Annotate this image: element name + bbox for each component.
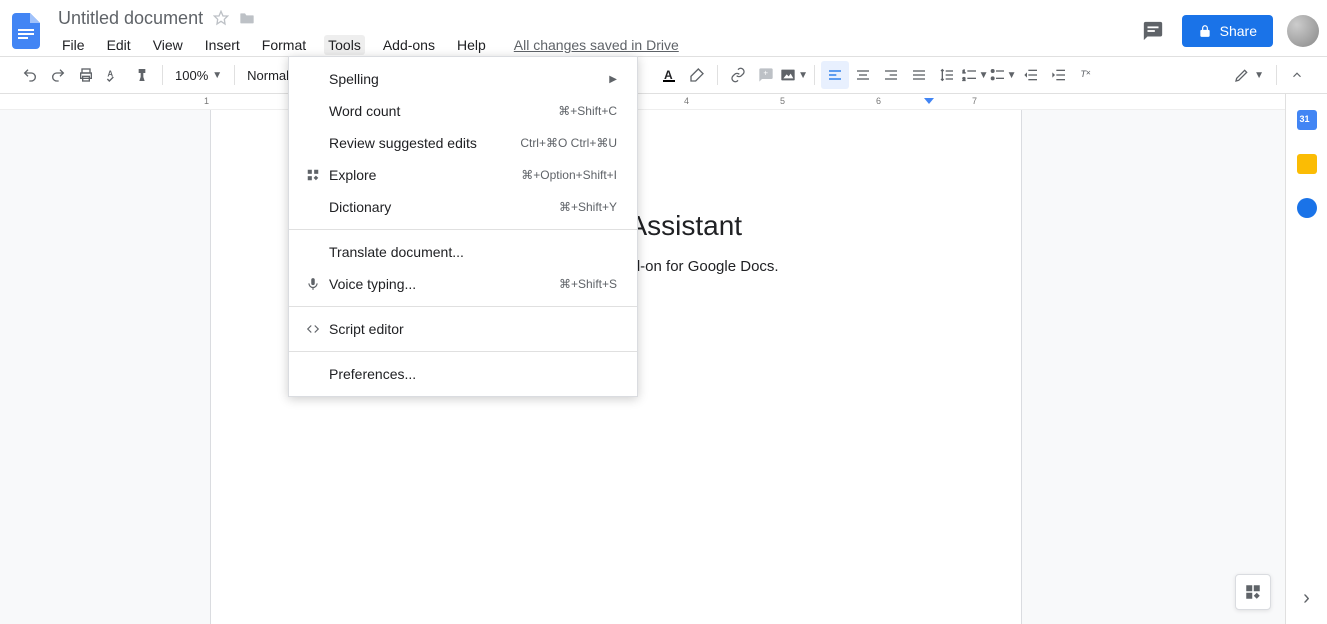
line-spacing-button[interactable] bbox=[933, 61, 961, 89]
align-left-button[interactable] bbox=[821, 61, 849, 89]
svg-text:1: 1 bbox=[962, 69, 965, 74]
tools-item-explore[interactable]: Explore ⌘+Option+Shift+I bbox=[289, 159, 637, 191]
mic-icon bbox=[303, 277, 323, 291]
tools-item-script-editor[interactable]: Script editor bbox=[289, 313, 637, 345]
code-icon bbox=[303, 322, 323, 336]
menu-item-shortcut: ⌘+Shift+Y bbox=[559, 200, 617, 214]
menu-edit[interactable]: Edit bbox=[103, 35, 135, 55]
tools-item-dictionary[interactable]: Dictionary ⌘+Shift+Y bbox=[289, 191, 637, 223]
title-bar: Untitled document File Edit View Insert … bbox=[0, 0, 1327, 56]
menu-item-label: Dictionary bbox=[329, 199, 391, 215]
paint-format-button[interactable] bbox=[128, 61, 156, 89]
menu-item-label: Spelling bbox=[329, 71, 379, 87]
explore-icon bbox=[303, 168, 323, 182]
menu-item-shortcut: Ctrl+⌘O Ctrl+⌘U bbox=[520, 136, 617, 150]
menu-item-label: Script editor bbox=[329, 321, 404, 337]
increase-indent-button[interactable] bbox=[1045, 61, 1073, 89]
tools-dropdown: Spelling ▶ Word count ⌘+Shift+C Review sugge… bbox=[288, 56, 638, 397]
editing-mode-button[interactable]: ▼ bbox=[1228, 67, 1270, 83]
paragraph-style-select[interactable]: Normal bbox=[241, 68, 295, 83]
tasks-icon[interactable] bbox=[1297, 198, 1317, 218]
numbered-list-button[interactable]: 12▼ bbox=[961, 61, 989, 89]
text-color-button[interactable]: A bbox=[655, 61, 683, 89]
print-button[interactable] bbox=[72, 61, 100, 89]
clear-formatting-button[interactable]: T✕ bbox=[1073, 61, 1101, 89]
menu-item-shortcut: ⌘+Shift+C bbox=[558, 104, 617, 118]
menu-view[interactable]: View bbox=[149, 35, 187, 55]
user-avatar[interactable] bbox=[1287, 15, 1319, 47]
menu-item-label: Review suggested edits bbox=[329, 135, 477, 151]
horizontal-ruler[interactable]: 11234567 bbox=[0, 94, 1327, 110]
save-status[interactable]: All changes saved in Drive bbox=[514, 37, 679, 53]
comments-button[interactable] bbox=[1138, 16, 1168, 46]
menu-help[interactable]: Help bbox=[453, 35, 490, 55]
ruler-number: 6 bbox=[876, 96, 881, 106]
share-label: Share bbox=[1220, 23, 1257, 39]
docs-logo[interactable] bbox=[8, 7, 44, 55]
star-icon[interactable] bbox=[213, 10, 229, 26]
align-right-button[interactable] bbox=[877, 61, 905, 89]
menu-bar: File Edit View Insert Format Tools Add-o… bbox=[58, 35, 679, 55]
menu-item-shortcut: ⌘+Option+Shift+I bbox=[521, 168, 617, 182]
spellcheck-button[interactable]: A bbox=[100, 61, 128, 89]
decrease-indent-button[interactable] bbox=[1017, 61, 1045, 89]
folder-icon[interactable] bbox=[239, 11, 255, 25]
svg-text:2: 2 bbox=[962, 76, 965, 81]
menu-file[interactable]: File bbox=[58, 35, 89, 55]
tools-item-spelling[interactable]: Spelling ▶ bbox=[289, 63, 637, 95]
menu-addons[interactable]: Add-ons bbox=[379, 35, 439, 55]
lock-icon bbox=[1198, 24, 1212, 38]
align-justify-button[interactable] bbox=[905, 61, 933, 89]
svg-text:A: A bbox=[664, 68, 673, 82]
menu-item-label: Word count bbox=[329, 103, 400, 119]
ruler-number: 7 bbox=[972, 96, 977, 106]
side-panel-toggle[interactable]: › bbox=[1303, 587, 1310, 610]
insert-link-button[interactable] bbox=[724, 61, 752, 89]
insert-comment-button[interactable]: + bbox=[752, 61, 780, 89]
share-button[interactable]: Share bbox=[1182, 15, 1273, 47]
align-center-button[interactable] bbox=[849, 61, 877, 89]
menu-tools[interactable]: Tools bbox=[324, 35, 365, 55]
calendar-icon[interactable] bbox=[1297, 110, 1317, 130]
insert-image-button[interactable]: ▼ bbox=[780, 61, 808, 89]
tools-item-voice-typing-[interactable]: Voice typing... ⌘+Shift+S bbox=[289, 268, 637, 300]
tools-item-preferences-[interactable]: Preferences... bbox=[289, 358, 637, 390]
menu-item-label: Preferences... bbox=[329, 366, 416, 382]
tools-item-review-suggested-edits[interactable]: Review suggested edits Ctrl+⌘O Ctrl+⌘U bbox=[289, 127, 637, 159]
bulleted-list-button[interactable]: ▼ bbox=[989, 61, 1017, 89]
submenu-arrow-icon: ▶ bbox=[609, 74, 617, 85]
title-block: Untitled document File Edit View Insert … bbox=[58, 8, 679, 55]
keep-icon[interactable] bbox=[1297, 154, 1317, 174]
explore-fab[interactable] bbox=[1235, 574, 1271, 610]
menu-format[interactable]: Format bbox=[258, 35, 310, 55]
svg-text:✕: ✕ bbox=[1086, 70, 1092, 77]
menu-item-label: Translate document... bbox=[329, 244, 464, 260]
document-title[interactable]: Untitled document bbox=[58, 8, 203, 29]
menu-item-label: Explore bbox=[329, 167, 376, 183]
menu-item-label: Voice typing... bbox=[329, 276, 416, 292]
zoom-select[interactable]: 100%▼ bbox=[169, 68, 228, 83]
ruler-number: 5 bbox=[780, 96, 785, 106]
toolbar: A 100%▼ Normal A + ▼ 12▼ ▼ T✕ ▼ bbox=[0, 56, 1327, 94]
menu-item-shortcut: ⌘+Shift+S bbox=[559, 277, 617, 291]
side-panel: › bbox=[1285, 94, 1327, 624]
tools-item-translate-document-[interactable]: Translate document... bbox=[289, 236, 637, 268]
undo-button[interactable] bbox=[16, 61, 44, 89]
redo-button[interactable] bbox=[44, 61, 72, 89]
highlight-color-button[interactable] bbox=[683, 61, 711, 89]
ruler-indent-marker[interactable] bbox=[924, 98, 934, 104]
tools-item-word-count[interactable]: Word count ⌘+Shift+C bbox=[289, 95, 637, 127]
ruler-number: 4 bbox=[684, 96, 689, 106]
svg-text:+: + bbox=[763, 69, 768, 78]
menu-insert[interactable]: Insert bbox=[201, 35, 244, 55]
ruler-number: 1 bbox=[204, 96, 209, 106]
document-workspace: XXXXXXX Assistant XXXXXXXXXXXXXXXXXdd-on… bbox=[0, 110, 1285, 624]
collapse-toolbar-button[interactable] bbox=[1283, 61, 1311, 89]
